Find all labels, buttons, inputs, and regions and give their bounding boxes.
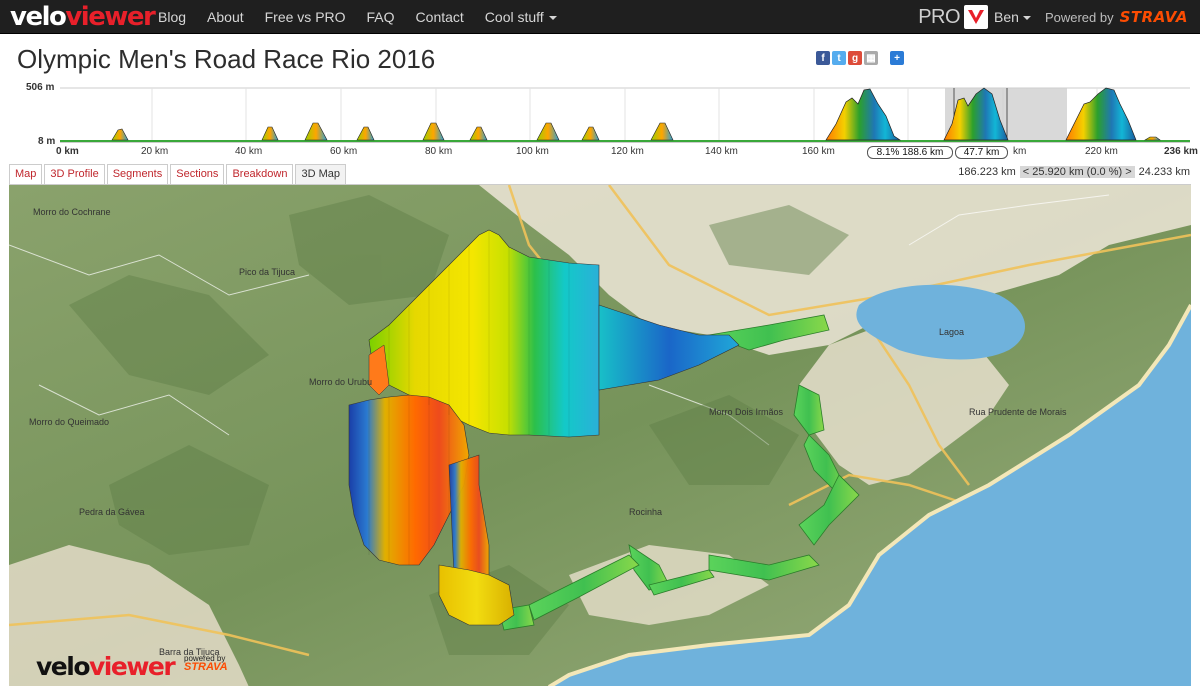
range-end: 24.233 km [1138, 166, 1190, 178]
km-axis: 0 km 20 km 40 km 60 km 80 km 100 km 120 … [0, 146, 1200, 160]
tab-segments[interactable]: Segments [106, 164, 169, 184]
tab-3d-profile[interactable]: 3D Profile [44, 164, 105, 184]
elevation-chart [60, 87, 1190, 143]
map-label: Morro do Queimado [29, 417, 109, 427]
km-tick: 40 km [235, 146, 263, 157]
km-tick: 220 km [1085, 146, 1118, 157]
km-tick: 0 km [56, 146, 79, 157]
twitter-icon[interactable]: t [832, 51, 846, 65]
selection-length-box: 47.7 km [955, 146, 1008, 159]
km-tick: 160 km [802, 146, 835, 157]
facebook-icon[interactable]: f [816, 51, 830, 65]
map-label: Rocinha [629, 507, 662, 517]
watermark-strava: STRAVA [184, 661, 228, 673]
googleplus-icon[interactable]: g [848, 51, 862, 65]
range-readout: 186.223 km < 25.920 km (0.0 %) > 24.233 … [958, 166, 1190, 178]
share-spacer [880, 51, 888, 65]
map-label: Morro Dois Irmãos [709, 407, 784, 417]
logo-velo: velo [10, 2, 67, 32]
nav-right: PRO Ben Powered by STRAVA [918, 0, 1188, 34]
nav-links: Blog About Free vs PRO FAQ Contact Cool … [158, 0, 578, 34]
km-tick: 140 km [705, 146, 738, 157]
pro-label: PRO [918, 5, 961, 28]
3d-map-view[interactable]: Morro do Cochrane Pedra da Gávea Barra d… [9, 184, 1191, 686]
nav-blog[interactable]: Blog [158, 0, 186, 34]
share-toolbar: f t g ▦ + [816, 51, 904, 65]
nav-about[interactable]: About [207, 0, 244, 34]
km-tick: 20 km [141, 146, 169, 157]
nav-cool-stuff[interactable]: Cool stuff [485, 0, 557, 34]
map-label: Rua Prudente de Morais [969, 407, 1067, 417]
delicious-icon[interactable]: ▦ [864, 51, 878, 65]
veloviewer-logo[interactable]: veloviewer [10, 2, 156, 32]
3d-map-canvas: Morro do Cochrane Pedra da Gávea Barra d… [9, 185, 1191, 686]
tab-map[interactable]: Map [9, 164, 43, 184]
map-label: Pico da Tijuca [239, 267, 295, 277]
page-title: Olympic Men's Road Race Rio 2016 [17, 44, 436, 74]
nav-cool-stuff-label: Cool stuff [484, 9, 544, 25]
km-tick: 80 km [425, 146, 453, 157]
nav-free-vs-pro[interactable]: Free vs PRO [265, 0, 346, 34]
powered-by-text: Powered by [1044, 9, 1114, 25]
selection-grade-box: 8.1% 188.6 km [867, 146, 953, 159]
addthis-icon[interactable]: + [890, 51, 904, 65]
km-tick: 60 km [330, 146, 358, 157]
chevron-down-icon [1022, 16, 1031, 21]
map-label: Pedra da Gávea [79, 507, 145, 517]
tab-3d-map[interactable]: 3D Map [295, 164, 347, 184]
tab-sections[interactable]: Sections [170, 164, 225, 184]
km-tick: 236 km [1164, 146, 1198, 157]
range-start: 186.223 km [958, 166, 1016, 178]
logo-viewer: viewer [65, 2, 155, 32]
user-name: Ben [994, 9, 1019, 25]
top-navbar: veloviewer Blog About Free vs PRO FAQ Co… [0, 0, 1200, 34]
strava-logo[interactable]: STRAVA [1120, 8, 1188, 26]
chevron-down-icon [548, 16, 557, 21]
user-menu[interactable]: Ben [994, 9, 1031, 25]
pro-badge-icon [964, 5, 989, 29]
nav-faq[interactable]: FAQ [367, 0, 395, 34]
watermark-velo: velo [36, 652, 91, 681]
watermark-powered-by: powered by STRAVA [184, 654, 228, 673]
nav-contact[interactable]: Contact [416, 0, 464, 34]
map-label: Morro do Cochrane [33, 207, 111, 217]
km-tick: 120 km [611, 146, 644, 157]
km-tick: 100 km [516, 146, 549, 157]
range-middle[interactable]: < 25.920 km (0.0 %) > [1019, 166, 1135, 178]
view-tabs: Map 3D Profile Segments Sections Breakdo… [9, 164, 348, 184]
veloviewer-watermark: veloviewer [36, 652, 176, 681]
tab-breakdown[interactable]: Breakdown [226, 164, 294, 184]
map-label: Morro do Urubu [309, 377, 372, 387]
map-label: Lagoa [939, 327, 964, 337]
selection-unit: km [1013, 146, 1027, 157]
watermark-viewer: viewer [89, 652, 176, 681]
